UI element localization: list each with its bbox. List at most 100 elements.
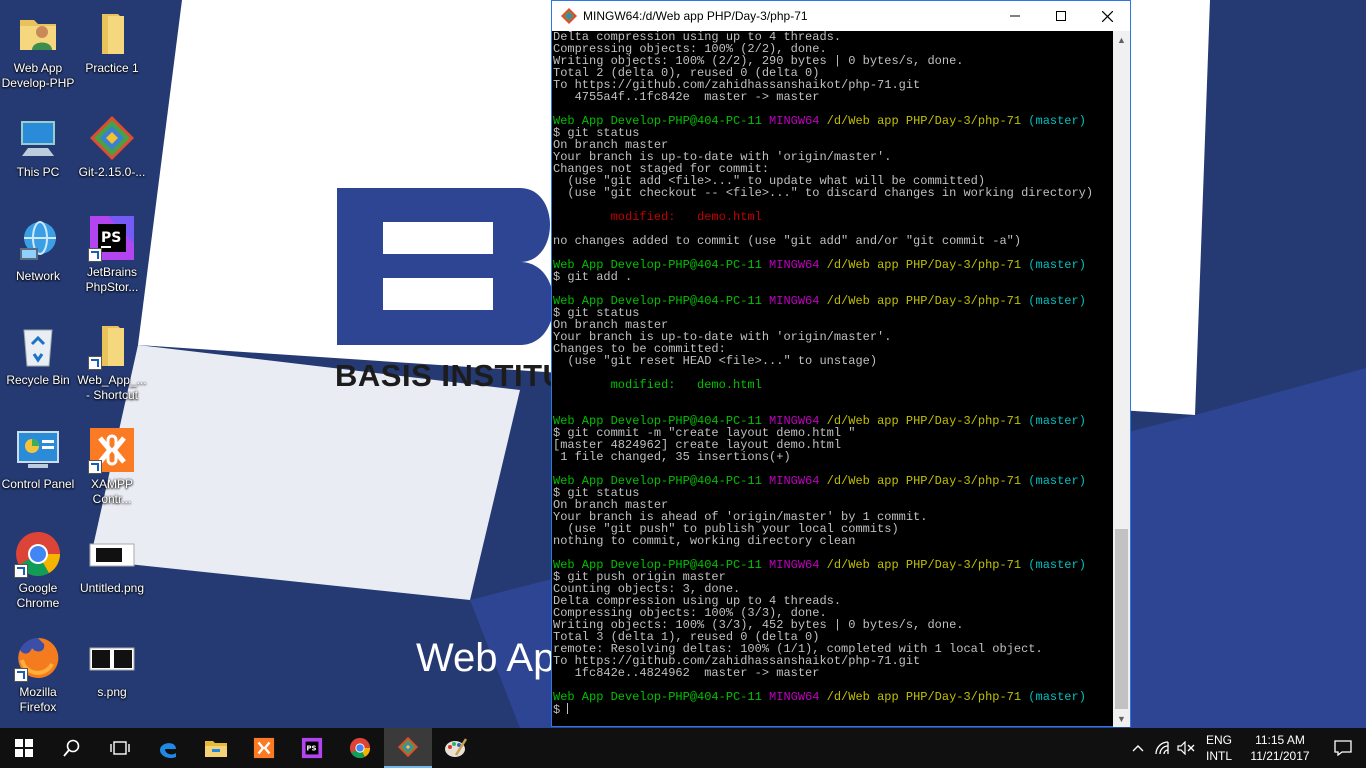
scroll-up-icon[interactable]: ▲ xyxy=(1113,31,1130,48)
paint-icon xyxy=(445,738,468,757)
terminal-text-segment: /d/Web app PHP/Day-3/php-71 xyxy=(826,114,1029,128)
terminal-line: (use "git checkout -- <file>..." to disc… xyxy=(553,187,1113,199)
terminal-line: modified: demo.html xyxy=(553,211,1113,223)
desktop-icon-untitled-png[interactable]: Untitled.png xyxy=(74,530,150,596)
terminal-text-segment: /d/Web app PHP/Day-3/php-71 xyxy=(826,690,1029,704)
desktop-icon-mozilla-firefox[interactable]: Mozilla Firefox xyxy=(0,634,76,715)
input-language-button[interactable]: ENG INTL xyxy=(1202,732,1236,764)
taskbar-xampp[interactable] xyxy=(240,728,288,768)
chevron-up-icon xyxy=(1132,745,1144,752)
terminal-text-segment: /d/Web app PHP/Day-3/php-71 xyxy=(826,558,1029,572)
maximize-button[interactable] xyxy=(1038,1,1084,31)
terminal-text-segment: (master) xyxy=(1028,558,1086,572)
terminal-text-segment: (master) xyxy=(1028,258,1086,272)
git-icon xyxy=(397,736,419,758)
network-icon xyxy=(14,218,62,266)
taskbar: PS ENG INTL 11:15 AM 11/21/2017 xyxy=(0,728,1366,768)
desktop-icon-practice-1[interactable]: Practice 1 xyxy=(74,10,150,76)
chrome-icon xyxy=(349,737,371,759)
terminal-line: 1fc842e..4824962 master -> master xyxy=(553,667,1113,679)
folder-shortcut-icon xyxy=(88,322,136,370)
shortcut-arrow-icon xyxy=(88,460,102,474)
taskbar-phpstorm[interactable]: PS xyxy=(288,728,336,768)
image-file-icon xyxy=(88,634,136,682)
terminal-text-segment: (master) xyxy=(1028,474,1086,488)
desktop-icon-control-panel[interactable]: Control Panel xyxy=(0,426,76,492)
desktop-icon-label: Git-2.15.0-... xyxy=(78,165,146,179)
close-icon xyxy=(1101,10,1113,22)
action-center-button[interactable] xyxy=(1320,728,1366,768)
show-hidden-icons-button[interactable] xyxy=(1126,728,1150,768)
search-icon xyxy=(63,739,80,757)
terminal-text-segment: (master) xyxy=(1028,114,1086,128)
terminal-line: 1 file changed, 35 insertions(+) xyxy=(553,451,1113,463)
desktop-icon-label: XAMPP Contr... xyxy=(90,477,133,506)
scroll-down-icon[interactable]: ▼ xyxy=(1113,710,1130,727)
terminal-text-segment: MINGW64 xyxy=(769,690,827,704)
clock-button[interactable]: 11:15 AM 11/21/2017 xyxy=(1244,732,1316,764)
desktop-icon-google-chrome[interactable]: Google Chrome xyxy=(0,530,76,611)
desktop-icon-this-pc[interactable]: This PC xyxy=(0,114,76,180)
minimize-button[interactable] xyxy=(992,1,1038,31)
desktop-icon-web-app-develop-php[interactable]: Web App Develop-PHP xyxy=(0,10,76,91)
wifi-icon xyxy=(1155,741,1169,755)
terminal-line: $ git add . xyxy=(553,271,1113,283)
git-icon xyxy=(561,8,577,24)
terminal-text-segment: (master) xyxy=(1028,690,1086,704)
terminal-text-segment: (master) xyxy=(1028,294,1086,308)
control-panel-icon xyxy=(14,426,62,474)
terminal-text-segment: /d/Web app PHP/Day-3/php-71 xyxy=(826,294,1029,308)
minimize-icon xyxy=(1010,15,1020,17)
window-titlebar[interactable]: MINGW64:/d/Web app PHP/Day-3/php-71 xyxy=(552,1,1130,31)
close-button[interactable] xyxy=(1084,1,1130,31)
svg-text:PS: PS xyxy=(307,744,317,752)
desktop-icon-label: Recycle Bin xyxy=(6,373,70,387)
terminal-output[interactable]: Delta compression using up to 4 threads.… xyxy=(552,31,1113,727)
search-button[interactable] xyxy=(48,728,96,768)
terminal-scrollbar[interactable]: ▲ ▼ xyxy=(1113,31,1130,727)
terminal-text-segment: $ git add . xyxy=(553,270,633,284)
xampp-icon xyxy=(88,426,136,474)
volume-button[interactable] xyxy=(1174,728,1198,768)
desktop-icon-s-png[interactable]: s.png xyxy=(74,634,150,700)
desktop-icon-web-app-shortcut[interactable]: Web_App_... - Shortcut xyxy=(74,322,150,403)
wallpaper-brand-text: BASIS INSTITUT xyxy=(335,358,585,393)
desktop-icon-xampp[interactable]: XAMPP Contr... xyxy=(74,426,150,507)
scrollbar-thumb[interactable] xyxy=(1115,529,1128,709)
terminal-text-segment: 1 file changed, 35 insertions(+) xyxy=(553,450,791,464)
git-bash-terminal-window[interactable]: MINGW64:/d/Web app PHP/Day-3/php-71 Delt… xyxy=(551,0,1131,727)
start-button[interactable] xyxy=(0,728,48,768)
wifi-status-button[interactable] xyxy=(1150,728,1174,768)
terminal-line: nothing to commit, working directory cle… xyxy=(553,535,1113,547)
taskbar-git-bash[interactable] xyxy=(384,728,432,768)
text-cursor xyxy=(567,703,569,714)
desktop-icon-label: JetBrains PhpStor... xyxy=(85,265,139,294)
windows-start-icon xyxy=(15,739,33,757)
clock-time: 11:15 AM xyxy=(1255,733,1305,747)
taskbar-file-explorer[interactable] xyxy=(192,728,240,768)
desktop-icon-label: Web_App_... - Shortcut xyxy=(77,373,147,402)
taskbar-chrome[interactable] xyxy=(336,728,384,768)
phpstorm-icon: PS xyxy=(301,737,323,759)
terminal-text-segment: 1fc842e..4824962 master -> master xyxy=(553,666,820,680)
terminal-line: 4755a4f..1fc842e master -> master xyxy=(553,91,1113,103)
firefox-icon xyxy=(14,634,62,682)
taskbar-edge[interactable] xyxy=(144,728,192,768)
desktop-icon-recycle-bin[interactable]: Recycle Bin xyxy=(0,322,76,388)
taskbar-paint[interactable] xyxy=(432,728,480,768)
image-file-icon xyxy=(88,530,136,578)
desktop-icon-network[interactable]: Network xyxy=(0,218,76,284)
terminal-text-segment: /d/Web app PHP/Day-3/php-71 xyxy=(826,258,1029,272)
phpstorm-icon: PS xyxy=(88,214,136,262)
desktop-icon-label: Untitled.png xyxy=(79,581,145,595)
task-view-button[interactable] xyxy=(96,728,144,768)
terminal-line: $ xyxy=(553,703,1113,716)
terminal-text-segment: nothing to commit, working directory cle… xyxy=(553,534,856,548)
desktop-icon-phpstorm[interactable]: PS JetBrains PhpStor... xyxy=(74,214,150,295)
notification-icon xyxy=(1334,740,1352,756)
folder-icon xyxy=(88,10,136,58)
desktop-icon-git-installer[interactable]: Git-2.15.0-... xyxy=(74,114,150,180)
terminal-text-segment: Web App Develop-PHP@404-PC-11 xyxy=(553,690,770,704)
shortcut-arrow-icon xyxy=(14,668,28,682)
desktop-icon-label: Web App Develop-PHP xyxy=(1,61,75,90)
